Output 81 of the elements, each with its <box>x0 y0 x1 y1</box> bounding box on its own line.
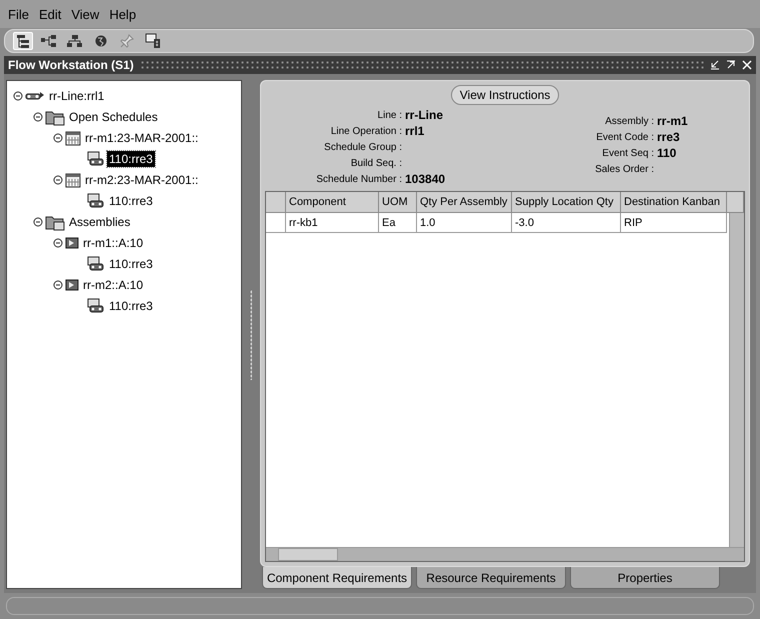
field-value: 103840 <box>405 172 446 186</box>
column-header[interactable]: Supply Location Qty <box>512 192 621 213</box>
menu-item[interactable]: View <box>67 6 104 22</box>
field-label: Sales Order : <box>594 164 655 174</box>
scroll-thumb[interactable] <box>278 548 338 561</box>
field-label: Build Seq. : <box>350 158 403 168</box>
tree-item[interactable]: rr-m2:23-MAR-2001:: <box>83 172 200 188</box>
assembly-icon <box>65 278 79 290</box>
expand-toggle-icon[interactable] <box>13 90 23 100</box>
toolbar-button[interactable] <box>65 32 85 50</box>
machine-icon <box>85 192 105 208</box>
table-cell: RIP <box>621 213 727 233</box>
column-header[interactable]: Component <box>286 192 379 213</box>
tree-item[interactable]: 110:rre3 <box>107 150 155 166</box>
tree-item[interactable]: rr-m2::A:10 <box>81 276 146 292</box>
column-header[interactable]: UOM <box>379 192 417 213</box>
field-label: Line : <box>376 110 403 120</box>
table-cell: 1.0 <box>417 213 512 233</box>
maximize-icon[interactable] <box>726 60 736 70</box>
toolbar-button[interactable] <box>143 32 163 50</box>
field-label: Event Seq : <box>601 148 655 158</box>
field-label: Schedule Group : <box>323 142 403 152</box>
network-icon <box>41 35 57 47</box>
field-label: Schedule Number : <box>315 174 403 184</box>
expand-toggle-icon[interactable] <box>53 132 63 142</box>
toolbar-button[interactable] <box>13 32 33 50</box>
splitter-handle[interactable] <box>250 290 252 380</box>
horizontal-scrollbar[interactable] <box>266 547 744 561</box>
field-value: rrl1 <box>405 124 426 138</box>
close-icon[interactable] <box>742 60 752 70</box>
tab[interactable]: Component Requirements <box>262 567 412 589</box>
tree-item[interactable]: Assemblies <box>67 214 132 230</box>
field-value: rr-Line <box>405 108 444 122</box>
view-instructions-button[interactable]: View Instructions <box>450 85 560 105</box>
row-header[interactable] <box>266 213 286 233</box>
globe-icon <box>95 34 107 48</box>
tab[interactable]: Resource Requirements <box>416 567 566 589</box>
table-cell: Ea <box>379 213 417 233</box>
field-label: Line Operation : <box>330 126 403 136</box>
tree-item[interactable]: rr-m1:23-MAR-2001:: <box>83 130 200 146</box>
column-header[interactable]: Destination Kanban <box>621 192 727 213</box>
table-cell: -3.0 <box>512 213 621 233</box>
menu-item[interactable]: Edit <box>34 6 66 22</box>
calendar-icon <box>65 130 81 146</box>
menu-item[interactable]: File <box>4 6 33 22</box>
table-cell: rr-kb1 <box>286 213 379 233</box>
toolbar-button[interactable] <box>39 32 59 50</box>
tab[interactable]: Properties <box>570 567 720 589</box>
tree-item[interactable]: rr-Line:rrl1 <box>47 88 106 104</box>
field-value: 110 <box>657 146 678 160</box>
tree-icon <box>16 34 30 48</box>
vertical-scrollbar[interactable] <box>729 233 744 547</box>
conveyor-icon <box>25 90 45 102</box>
pin-icon <box>120 34 134 48</box>
field-label: Assembly : <box>604 116 655 126</box>
column-header[interactable]: Qty Per Assembly <box>417 192 512 213</box>
tree-item[interactable]: 110:rre3 <box>107 192 155 208</box>
expand-toggle-icon[interactable] <box>53 280 63 290</box>
window-title: Flow Workstation (S1) <box>8 58 134 72</box>
menu-item[interactable]: Help <box>105 6 140 22</box>
expand-toggle-icon[interactable] <box>33 112 43 122</box>
field-value: rr-m1 <box>657 114 689 128</box>
field-value: rre3 <box>657 130 681 144</box>
calendar-icon <box>65 172 81 188</box>
tree-item[interactable]: 110:rre3 <box>107 256 155 272</box>
minimize-icon[interactable] <box>710 60 720 70</box>
tree-item[interactable]: Open Schedules <box>67 108 160 124</box>
monitor-icon <box>145 33 161 49</box>
tree-item[interactable]: 110:rre3 <box>107 298 155 314</box>
expand-toggle-icon[interactable] <box>33 216 43 226</box>
assembly-icon <box>65 236 79 248</box>
field-label: Event Code : <box>595 132 655 142</box>
expand-toggle-icon[interactable] <box>53 238 63 248</box>
header-filler <box>727 192 744 213</box>
machine-icon <box>85 298 105 314</box>
machine-icon <box>85 256 105 272</box>
hierarchy-icon <box>67 35 83 47</box>
machine-icon <box>85 150 105 166</box>
expand-toggle-icon[interactable] <box>53 174 63 184</box>
row-header-corner <box>266 192 286 213</box>
tree-item[interactable]: rr-m1::A:10 <box>81 234 146 250</box>
